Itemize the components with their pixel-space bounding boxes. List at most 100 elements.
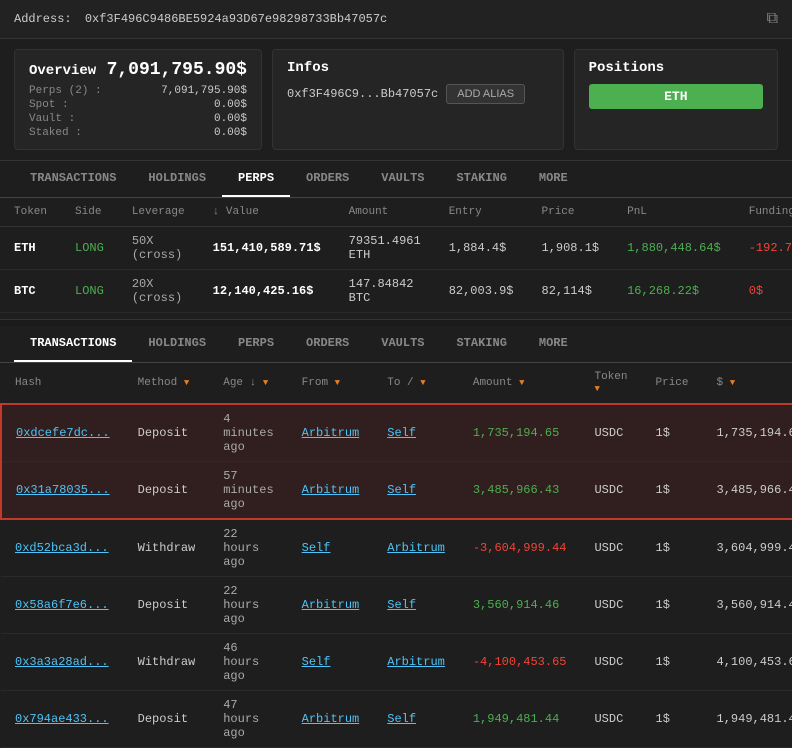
- perps-cell-funding: 0$: [735, 270, 792, 313]
- perps-cell-pnl: 1,880,448.64$: [613, 227, 735, 270]
- perps-tab-more[interactable]: MORE: [523, 161, 584, 197]
- tx-cell: 0x794ae433...: [1, 691, 124, 748]
- perps-table: TokenSideLeverage↓ ValueAmountEntryPrice…: [0, 198, 792, 313]
- eth-badge[interactable]: ETH: [589, 84, 763, 109]
- tx-col-price: Price: [642, 363, 703, 404]
- perps-cell-entry: 1,884.4$: [435, 227, 528, 270]
- perps-tab-orders[interactable]: ORDERS: [290, 161, 365, 197]
- tx-cell: Arbitrum: [373, 519, 459, 577]
- tx-cell: 57 minutes ago: [209, 462, 287, 520]
- perps-col-token: Token: [0, 198, 61, 227]
- tx-cell: 1$: [642, 691, 703, 748]
- tx-cell: 0x3a3a28ad...: [1, 634, 124, 691]
- tx-cell: Arbitrum: [288, 462, 374, 520]
- tx-cell: 22 hours ago: [209, 577, 287, 634]
- perps-cell-pnl: 16,268.22$: [613, 270, 735, 313]
- tx-cell: 0xd52bca3d...: [1, 519, 124, 577]
- perps-col-amount: Amount: [335, 198, 435, 227]
- perps-col-price: Price: [528, 198, 614, 227]
- perps-col-side: Side: [61, 198, 118, 227]
- tx-cell: 1$: [642, 577, 703, 634]
- copy-icon[interactable]: ⧉: [767, 10, 778, 28]
- tx-cell: 4 minutes ago: [209, 404, 287, 462]
- address-bar: Address: 0xf3F496C9486BE5924a93D67e98298…: [0, 0, 792, 39]
- perps-col-↓_value: ↓ Value: [199, 198, 335, 227]
- tx-col-to_: To / ▼: [373, 363, 459, 404]
- positions-box: Positions ETH: [574, 49, 778, 150]
- tx-row: 0x31a78035...Deposit57 minutes agoArbitr…: [1, 462, 792, 520]
- tx-cell: Arbitrum: [288, 577, 374, 634]
- tx-cell: USDC: [580, 577, 641, 634]
- transactions-section: HashMethod ▼Age ↓ ▼From ▼To / ▼Amount ▼T…: [0, 363, 792, 748]
- tx-cell: USDC: [580, 519, 641, 577]
- tx-cell: Self: [373, 404, 459, 462]
- infos-box: Infos 0xf3F496C9...Bb47057c ADD ALIAS: [272, 49, 564, 150]
- tx-cell: Self: [373, 462, 459, 520]
- perps-cell-amount: 147.84842 BTC: [335, 270, 435, 313]
- tx-cell: 1,949,481.44: [459, 691, 581, 748]
- tx-cell: Self: [288, 519, 374, 577]
- tx-row: 0xdcefe7dc...Deposit4 minutes agoArbitru…: [1, 404, 792, 462]
- perps-cell-_value: 151,410,589.71$: [199, 227, 335, 270]
- tx-cell: Withdraw: [124, 519, 210, 577]
- overview-box: Overview 7,091,795.90$ Perps (2) :7,091,…: [14, 49, 262, 150]
- tx-cell: USDC: [580, 404, 641, 462]
- perps-cell-funding: -192.72$: [735, 227, 792, 270]
- overview-row: Spot :0.00$: [29, 99, 247, 111]
- tx-tab-transactions[interactable]: TRANSACTIONS: [14, 326, 132, 362]
- tx-cell: 1,735,194.65: [459, 404, 581, 462]
- tx-cell: 4,100,453.65$: [703, 634, 792, 691]
- tx-tab-staking[interactable]: STAKING: [440, 326, 522, 362]
- overview-total: 7,091,795.90$: [107, 60, 247, 80]
- perps-cell-side: LONG: [61, 227, 118, 270]
- tx-cell: Self: [373, 577, 459, 634]
- tx-cell: 0x31a78035...: [1, 462, 124, 520]
- tx-cell: Deposit: [124, 462, 210, 520]
- tx-cell: 22 hours ago: [209, 519, 287, 577]
- perps-tab-perps[interactable]: PERPS: [222, 161, 290, 197]
- tx-tab-perps[interactable]: PERPS: [222, 326, 290, 362]
- perps-col-pnl: PnL: [613, 198, 735, 227]
- tx-col-$: $ ▼: [703, 363, 792, 404]
- tx-tab-orders[interactable]: ORDERS: [290, 326, 365, 362]
- perps-tab-staking[interactable]: STAKING: [440, 161, 522, 197]
- positions-title: Positions: [589, 60, 763, 76]
- perps-cell-token: ETH: [0, 227, 61, 270]
- tx-cell: 3,604,999.44$: [703, 519, 792, 577]
- perps-tab-transactions[interactable]: TRANSACTIONS: [14, 161, 132, 197]
- tx-cell: 1$: [642, 404, 703, 462]
- perps-tabs: TRANSACTIONSHOLDINGSPERPSORDERSVAULTSSTA…: [0, 161, 792, 198]
- perps-col-entry: Entry: [435, 198, 528, 227]
- tx-cell: 47 hours ago: [209, 691, 287, 748]
- tx-cell: 1$: [642, 462, 703, 520]
- tx-cell: 1$: [642, 634, 703, 691]
- tx-cell: 1,949,481.44$: [703, 691, 792, 748]
- perps-cell-entry: 82,003.9$: [435, 270, 528, 313]
- tx-cell: 3,560,914.46$: [703, 577, 792, 634]
- perps-tab-vaults[interactable]: VAULTS: [365, 161, 440, 197]
- tx-cell: Deposit: [124, 577, 210, 634]
- tx-cell: Arbitrum: [288, 404, 374, 462]
- overview-row: Perps (2) :7,091,795.90$: [29, 85, 247, 97]
- perps-cell-price: 1,908.1$: [528, 227, 614, 270]
- perps-tab-holdings[interactable]: HOLDINGS: [132, 161, 222, 197]
- tx-cell: 1$: [642, 519, 703, 577]
- perps-cell-side: LONG: [61, 270, 118, 313]
- alias-address: 0xf3F496C9...Bb47057c: [287, 87, 438, 101]
- perps-cell-price: 82,114$: [528, 270, 614, 313]
- perps-col-leverage: Leverage: [118, 198, 199, 227]
- tx-cell: Self: [373, 691, 459, 748]
- tx-cell: 0x58a6f7e6...: [1, 577, 124, 634]
- perps-row: BTCLONG20X (cross)12,140,425.16$147.8484…: [0, 270, 792, 313]
- tx-tab-holdings[interactable]: HOLDINGS: [132, 326, 222, 362]
- tx-cell: Self: [288, 634, 374, 691]
- tx-cell: Deposit: [124, 404, 210, 462]
- add-alias-button[interactable]: ADD ALIAS: [446, 84, 525, 104]
- perps-cell-leverage: 20X (cross): [118, 270, 199, 313]
- tx-cell: -4,100,453.65: [459, 634, 581, 691]
- tx-cell: Deposit: [124, 691, 210, 748]
- address-text: Address: 0xf3F496C9486BE5924a93D67e98298…: [14, 12, 387, 26]
- tx-tab-more[interactable]: MORE: [523, 326, 584, 362]
- tx-cell: 1,735,194.65$: [703, 404, 792, 462]
- tx-tab-vaults[interactable]: VAULTS: [365, 326, 440, 362]
